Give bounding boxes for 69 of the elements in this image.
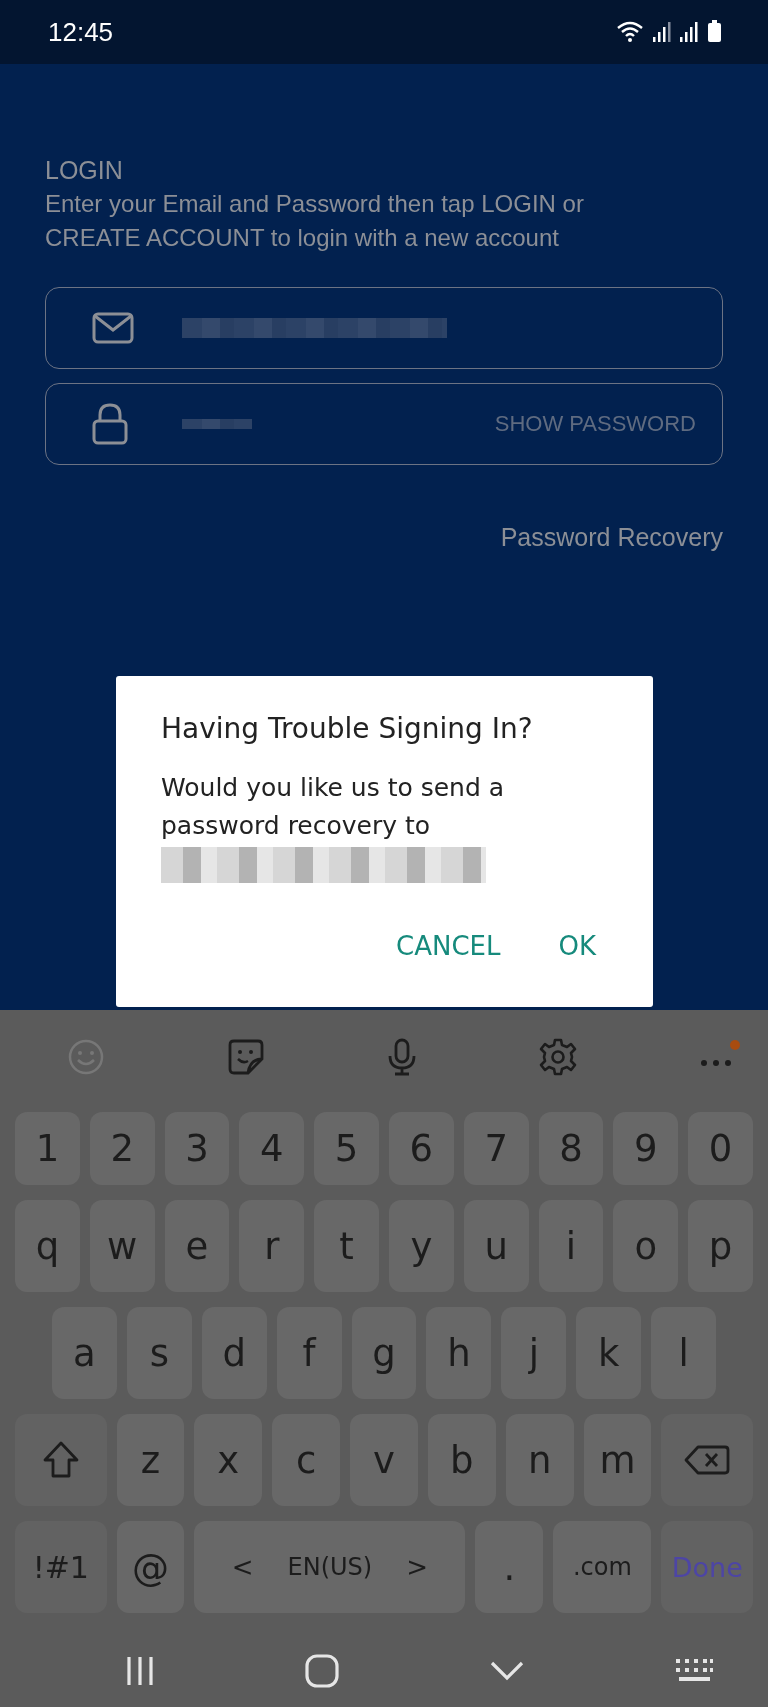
keyboard-key[interactable]: l [651,1307,716,1399]
password-recovery-link[interactable]: Password Recovery [500,523,723,552]
keyboard-key[interactable]: 9 [613,1112,679,1185]
keyboard-key[interactable]: k [576,1307,642,1399]
keyboard-key[interactable]: r [239,1200,305,1292]
clock-time: 12:45 [48,16,114,48]
chevron-down-icon[interactable] [488,1660,525,1682]
keyboard-key[interactable]: z [116,1414,185,1506]
space-key[interactable]: < EN(US) > [194,1521,466,1613]
sticker-icon[interactable] [226,1037,266,1077]
lock-icon [92,403,128,445]
backspace-key[interactable] [661,1414,753,1506]
show-password-button[interactable]: SHOW PASSWORD [494,411,696,437]
keyboard-key[interactable]: 0 [688,1112,753,1185]
signal-icon [680,22,698,42]
keyboard-key[interactable]: m [583,1414,652,1506]
recent-apps-icon[interactable] [124,1655,155,1687]
keyboard-key[interactable]: u [463,1200,529,1292]
backspace-icon [684,1444,731,1476]
microphone-icon[interactable] [386,1037,418,1077]
home-icon[interactable] [303,1653,340,1689]
keyboard-key[interactable]: b [427,1414,496,1506]
login-instructions: Enter your Email and Password then tap LOGIN or CREATE ACCOUNT to login with a new account [45,189,585,253]
keyboard-key[interactable]: 3 [164,1112,230,1185]
keyboard-key[interactable]: p [688,1200,753,1292]
keyboard-key[interactable]: j [501,1307,567,1399]
keyboard-key[interactable]: 2 [89,1112,155,1185]
keyboard-key[interactable]: i [538,1200,604,1292]
dialog-title: Having Trouble Signing In? [161,712,534,745]
wifi-icon [616,21,644,42]
keyboard-key[interactable]: e [164,1200,230,1292]
keyboard-key[interactable]: f [276,1307,342,1399]
keyboard-key[interactable]: g [351,1307,417,1399]
keyboard-key[interactable]: @ [116,1521,185,1613]
shift-key[interactable] [15,1414,107,1506]
password-field[interactable]: SHOW PASSWORD [45,383,723,465]
keyboard-key[interactable]: d [201,1307,267,1399]
settings-icon[interactable] [538,1037,578,1077]
keyboard-key[interactable]: w [89,1200,155,1292]
keyboard-key[interactable]: y [389,1200,454,1292]
keyboard-key[interactable]: s [126,1307,192,1399]
keyboard-key[interactable]: 1 [15,1112,80,1185]
dialog-button[interactable]: OK [558,931,596,961]
keyboard-key[interactable]: h [426,1307,492,1399]
keyboard-key[interactable]: .com [553,1521,652,1613]
keyboard-key[interactable]: a [52,1307,117,1399]
email-field[interactable] [45,287,723,369]
keyboard-key[interactable]: 4 [239,1112,305,1185]
keyboard-key[interactable]: c [272,1414,341,1506]
keyboard-key[interactable]: v [350,1414,418,1506]
mail-icon [92,312,134,344]
redacted-password [182,419,252,429]
shift-icon [41,1440,80,1480]
dialog-button[interactable]: CANCEL [396,931,501,961]
keyboard-key[interactable]: q [15,1200,80,1292]
keyboard-key[interactable]: o [613,1200,679,1292]
keyboard-key[interactable]: 5 [314,1112,379,1185]
login-heading: LOGIN [45,156,124,185]
keyboard-key[interactable]: . [475,1521,544,1613]
keyboard-key[interactable]: 8 [538,1112,604,1185]
keyboard-key[interactable]: n [505,1414,574,1506]
keyboard-key[interactable]: 6 [389,1112,454,1185]
battery-icon [708,20,721,42]
keyboard-key[interactable]: x [194,1414,263,1506]
symbols-key[interactable]: !#1 [15,1521,107,1613]
keyboard-key[interactable]: t [314,1200,379,1292]
dialog-message: Would you like us to send a password recovery to [161,772,506,842]
signal-icon [653,22,671,42]
keyboard-key[interactable]: 7 [463,1112,529,1185]
